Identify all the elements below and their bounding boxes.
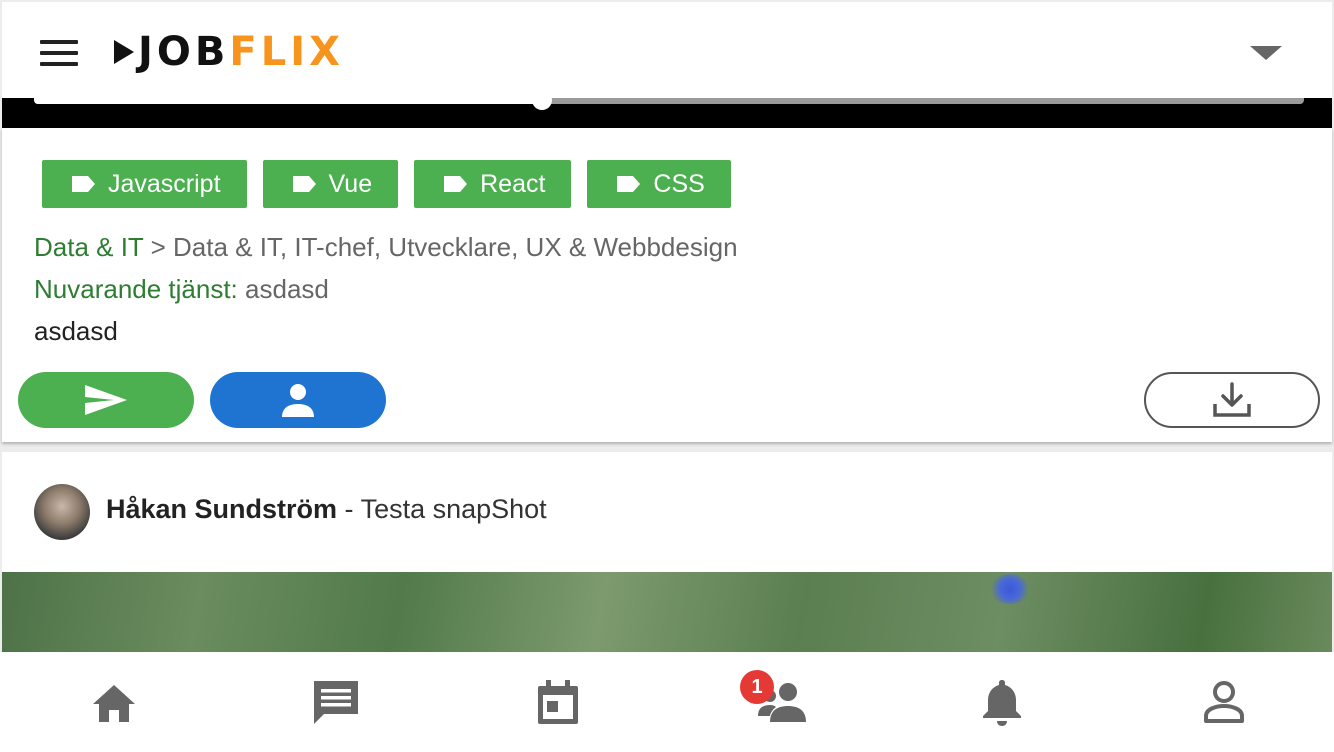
category-line: Data & IT > Data & IT, IT-chef, Utveckla…: [34, 232, 738, 263]
nav-notifications[interactable]: [976, 676, 1028, 728]
notification-badge: 1: [740, 670, 774, 704]
flower-detail: [990, 574, 1030, 604]
account-icon: [1204, 681, 1244, 723]
avatar[interactable]: [34, 484, 90, 540]
label-icon: [617, 176, 641, 192]
tag-css[interactable]: CSS: [587, 160, 731, 208]
video-player[interactable]: [2, 90, 1332, 128]
post-title-text: Testa snapShot: [360, 494, 547, 524]
app-frame: JOB FLIX Javascript Vue React CSS Data &…: [0, 0, 1334, 752]
tag-label: Vue: [328, 169, 373, 198]
tag-vue[interactable]: Vue: [262, 160, 399, 208]
nav-calendar[interactable]: [532, 676, 584, 728]
profile-button[interactable]: [210, 372, 386, 428]
label-icon: [444, 176, 468, 192]
nav-account[interactable]: [1198, 676, 1250, 728]
top-bar: JOB FLIX: [2, 2, 1332, 98]
tag-label: React: [480, 169, 546, 198]
play-logo-icon: [114, 40, 134, 64]
send-icon: [85, 385, 127, 415]
post-separator: -: [337, 494, 361, 524]
dropdown-caret-icon[interactable]: [1250, 46, 1282, 60]
skill-tags: Javascript Vue React CSS: [42, 160, 731, 208]
job-card: Javascript Vue React CSS Data & IT > Dat…: [2, 128, 1332, 442]
logo-text-dark: JOB: [138, 29, 230, 75]
jobflix-logo[interactable]: JOB FLIX: [114, 29, 344, 75]
nav-contacts[interactable]: 1: [740, 670, 810, 728]
category-main: Data & IT: [34, 232, 144, 262]
bell-icon: [983, 680, 1021, 726]
nav-home[interactable]: [88, 676, 140, 728]
download-icon: [1213, 382, 1251, 417]
person-icon: [282, 384, 314, 417]
current-position-value: asdasd: [237, 274, 329, 304]
current-position-line: Nuvarande tjänst: asdasd: [34, 274, 329, 305]
bottom-navigation: 1: [0, 652, 1334, 752]
tag-label: Javascript: [108, 169, 221, 198]
job-description: asdasd: [34, 316, 118, 346]
label-icon: [292, 176, 316, 192]
post-header: Håkan Sundström - Testa snapShot: [106, 494, 547, 525]
nav-messages[interactable]: [310, 676, 362, 728]
post-author[interactable]: Håkan Sundström: [106, 494, 337, 524]
menu-icon[interactable]: [40, 40, 78, 66]
send-button[interactable]: [18, 372, 194, 428]
calendar-icon: [538, 680, 578, 724]
category-sub: > Data & IT, IT-chef, Utvecklare, UX & W…: [143, 232, 738, 262]
label-icon: [72, 176, 95, 192]
chat-icon: [314, 681, 358, 724]
logo-text-accent: FLIX: [229, 29, 344, 75]
tag-react[interactable]: React: [414, 160, 572, 208]
download-button[interactable]: [1144, 372, 1320, 428]
video-progress-fill: [34, 98, 542, 104]
video-progress-track[interactable]: [34, 90, 1304, 110]
tag-javascript[interactable]: Javascript: [42, 160, 247, 208]
post-image[interactable]: [2, 572, 1332, 652]
home-icon: [93, 685, 135, 722]
tag-label: CSS: [653, 169, 705, 198]
current-position-label: Nuvarande tjänst:: [34, 274, 238, 304]
